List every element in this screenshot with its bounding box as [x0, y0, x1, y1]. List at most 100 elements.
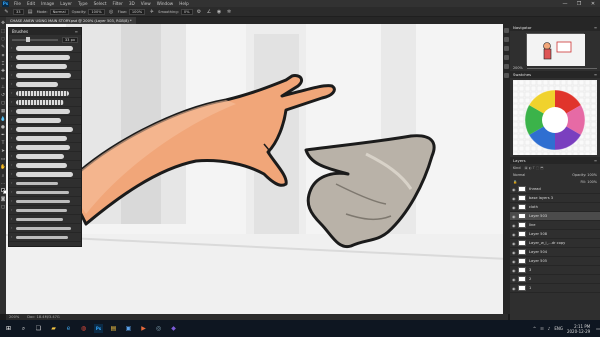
filter-icons[interactable]: ▣ ◐ T ⬚ ⬒: [524, 166, 543, 170]
shape-icon[interactable]: ▭: [1, 156, 6, 163]
brush-preset[interactable]: ›: [9, 206, 81, 215]
layer-row[interactable]: ◉ thread: [510, 185, 600, 194]
brush-preset[interactable]: ›: [9, 224, 81, 233]
store-icon[interactable]: ▣: [124, 324, 133, 333]
menu-image[interactable]: Image: [38, 1, 57, 6]
photoshop-icon[interactable]: Ps: [94, 324, 103, 333]
menu-layer[interactable]: Layer: [57, 1, 75, 6]
eraser-icon[interactable]: ◻: [1, 100, 6, 107]
layers-kind-filter[interactable]: Kind: [513, 166, 520, 170]
properties-icon[interactable]: [504, 55, 509, 60]
menu-window[interactable]: Window: [154, 1, 177, 6]
colors-icon[interactable]: [0, 188, 7, 195]
menu-file[interactable]: File: [11, 1, 24, 6]
slider-handle[interactable]: [25, 36, 30, 42]
pressure-opacity-icon[interactable]: ◎: [108, 9, 115, 15]
layers-blend-mode[interactable]: Normal: [513, 173, 525, 177]
brush-preset[interactable]: ›: [9, 125, 81, 134]
history-brush-icon[interactable]: ↺: [1, 92, 6, 99]
layer-row[interactable]: ◉ Layer_w_i_...dr copy: [510, 239, 600, 248]
document-tab[interactable]: CHASE ANEW USING MAIN STORY.psd @ 200% (…: [6, 17, 136, 24]
hand-icon[interactable]: ✋: [0, 164, 6, 171]
more-icon[interactable]: …: [1, 180, 6, 187]
photoshop-logo[interactable]: Ps: [2, 0, 9, 7]
brush-preset[interactable]: ›: [9, 98, 81, 107]
healing-icon[interactable]: ✚: [1, 68, 6, 75]
menu-select[interactable]: Select: [91, 1, 110, 6]
angle-icon[interactable]: ∠: [206, 9, 213, 15]
move-icon[interactable]: ✥: [1, 20, 6, 27]
chrome-icon[interactable]: ◍: [79, 324, 88, 333]
brush-preset[interactable]: ›: [9, 170, 81, 179]
menu-help[interactable]: Help: [176, 1, 192, 6]
navigator-panel-header[interactable]: Navigator ≡: [510, 24, 600, 31]
paragraph-icon[interactable]: [504, 73, 509, 78]
character-icon[interactable]: [504, 64, 509, 69]
type-icon[interactable]: T: [1, 140, 6, 147]
flow-field[interactable]: 100%: [128, 8, 146, 15]
mode-select[interactable]: Normal: [49, 8, 69, 15]
brush-preset[interactable]: ›: [9, 89, 81, 98]
brush-size-slider[interactable]: [12, 36, 58, 42]
navigator-zoom[interactable]: 200%: [513, 66, 523, 70]
folder-icon[interactable]: ▤: [109, 324, 118, 333]
brush-preset[interactable]: ›: [9, 44, 81, 53]
eyedropper-icon[interactable]: ⌶: [1, 60, 6, 67]
layers-menu-icon[interactable]: ≡: [594, 158, 597, 163]
symmetry-icon[interactable]: ✲: [226, 9, 233, 15]
brush-preset[interactable]: ›: [9, 134, 81, 143]
brush-preset[interactable]: ›: [9, 53, 81, 62]
brush-preset[interactable]: ›: [9, 233, 81, 242]
navigator-thumbnail[interactable]: [526, 33, 585, 66]
gradient-icon[interactable]: ▦: [1, 108, 6, 115]
path-select-icon[interactable]: ➤: [1, 148, 6, 155]
lasso-icon[interactable]: ◌: [1, 36, 6, 43]
layers-panel-header[interactable]: Layers ≡: [510, 157, 600, 164]
color-wheel-panel[interactable]: [513, 80, 597, 155]
swatches-menu-icon[interactable]: ≡: [594, 72, 597, 77]
layer-row[interactable]: ◉ Layer 504: [510, 248, 600, 257]
clock[interactable]: 2:11 PM 2020-12-29: [567, 324, 590, 334]
volume-icon[interactable]: ♪: [548, 326, 551, 331]
brush-settings-icon[interactable]: ▤: [27, 9, 34, 15]
task-view-icon[interactable]: ❏: [34, 324, 43, 333]
brush-preset[interactable]: ›: [9, 197, 81, 206]
color-wheel[interactable]: [513, 80, 597, 155]
brush-tool-icon[interactable]: ✎: [3, 9, 10, 15]
language-indicator[interactable]: ENG: [554, 326, 563, 331]
windows-icon[interactable]: ⊞: [4, 324, 13, 333]
navigator-menu-icon[interactable]: ≡: [594, 25, 597, 30]
brush-preset[interactable]: ›: [9, 143, 81, 152]
layer-row[interactable]: ◉ 3: [510, 266, 600, 275]
screenmode-icon[interactable]: ▢: [1, 204, 6, 211]
network-icon[interactable]: ☷: [540, 326, 544, 331]
brush-preset[interactable]: ›: [9, 179, 81, 188]
layers-fill[interactable]: Fill: 100%: [581, 180, 597, 184]
brush-preset[interactable]: ›: [9, 107, 81, 116]
menu-3d[interactable]: 3D: [126, 1, 138, 6]
brush-preset[interactable]: ›: [9, 188, 81, 197]
layer-row[interactable]: ◉ base layers 3: [510, 194, 600, 203]
menu-edit[interactable]: Edit: [24, 1, 38, 6]
app-icon[interactable]: ◆: [169, 324, 178, 333]
brush-size-field[interactable]: 33: [13, 8, 24, 15]
opacity-field[interactable]: 100%: [88, 8, 105, 15]
maximize-button[interactable]: ❐: [572, 1, 586, 7]
tray-chevron-icon[interactable]: ^: [533, 326, 536, 331]
layer-row[interactable]: ◉ line: [510, 221, 600, 230]
navigator-zoom-slider[interactable]: [526, 67, 597, 69]
menu-filter[interactable]: Filter: [109, 1, 125, 6]
quick-select-icon[interactable]: ✎: [1, 44, 6, 51]
notifications-icon[interactable]: ▭: [596, 326, 600, 331]
brush-preset[interactable]: ›: [9, 161, 81, 170]
marquee-icon[interactable]: ⬚: [1, 28, 6, 35]
menu-view[interactable]: View: [138, 1, 154, 6]
minimize-button[interactable]: —: [558, 1, 572, 7]
layers-opacity[interactable]: Opacity: 100%: [572, 173, 597, 177]
brush-preset[interactable]: ›: [9, 116, 81, 125]
layer-row[interactable]: ◉ 2: [510, 275, 600, 284]
layer-row[interactable]: ◉ Layer 505: [510, 257, 600, 266]
menu-type[interactable]: Type: [75, 1, 91, 6]
stamp-icon[interactable]: ⊥: [1, 84, 6, 91]
brush-preset[interactable]: ›: [9, 71, 81, 80]
